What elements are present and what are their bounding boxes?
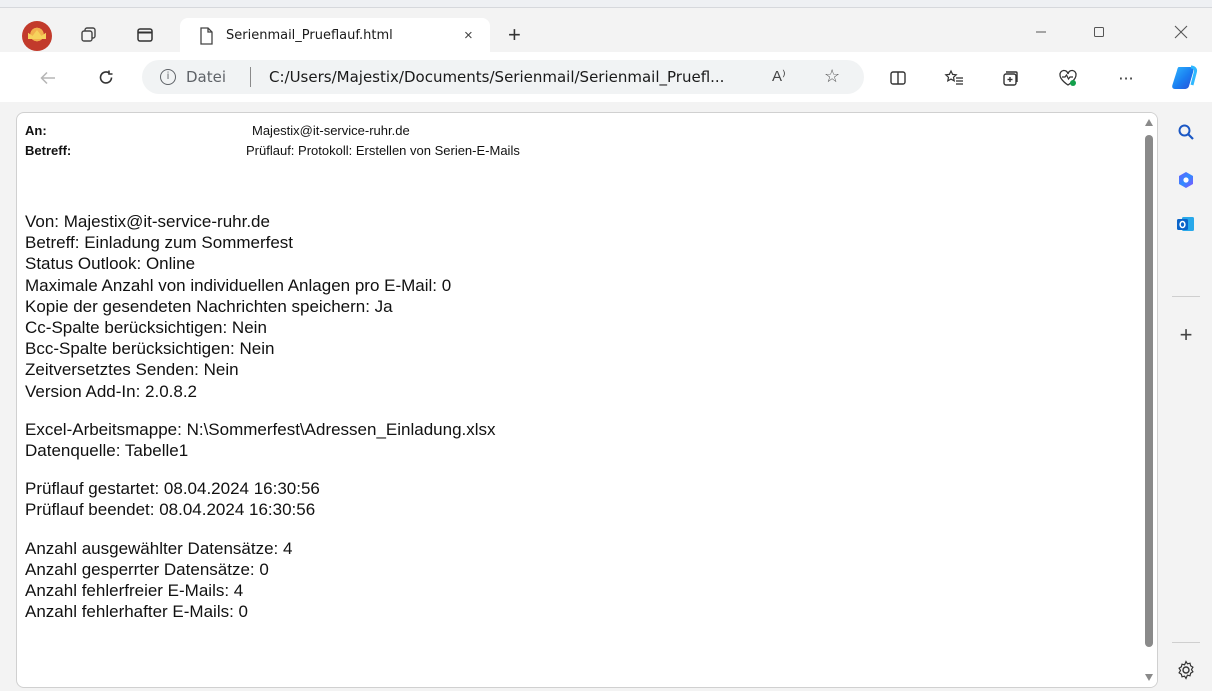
report-line: Datenquelle: Tabelle1 <box>25 441 189 461</box>
settings-icon[interactable] <box>1170 654 1202 686</box>
report-line: Anzahl ausgewählter Datensätze: 4 <box>25 538 293 558</box>
crown-icon <box>28 30 46 39</box>
report-line: Excel-Arbeitsmappe: N:\Sommerfest\Adress… <box>25 419 496 439</box>
scroll-down-arrow-icon[interactable] <box>1145 674 1153 681</box>
maximize-button[interactable] <box>1076 18 1122 46</box>
vertical-scrollbar[interactable] <box>1141 113 1157 687</box>
report-line: Anzahl gesperrter Datensätze: 0 <box>25 559 269 579</box>
minimize-button[interactable] <box>1018 18 1064 46</box>
protocol-label: Datei <box>186 68 227 86</box>
browser-window: Serienmail_Prueflauf.html × + i Datei C:… <box>0 8 1212 691</box>
scroll-up-arrow-icon[interactable] <box>1145 119 1153 126</box>
address-separator <box>250 67 251 87</box>
background-window-strip <box>0 0 1212 8</box>
copilot-icon[interactable] <box>1170 62 1200 92</box>
edge-sidebar: + <box>1160 104 1212 691</box>
tab-active[interactable]: Serienmail_Prueflauf.html × <box>180 18 490 52</box>
url-text[interactable]: C:/Users/Majestix/Documents/Serienmail/S… <box>269 68 724 86</box>
report-body: Von: Majestix@it-service-ruhr.de Betreff… <box>25 211 496 622</box>
tab-actions-icon[interactable] <box>132 22 158 48</box>
add-icon[interactable]: + <box>1170 319 1202 351</box>
email-header: An: Majestix@it-service-ruhr.de Betreff:… <box>25 123 725 163</box>
sidebar-divider <box>1172 642 1200 643</box>
profile-avatar[interactable] <box>22 21 52 51</box>
report-line: Zeitversetztes Senden: Nein <box>25 360 239 380</box>
more-options-icon[interactable]: ··· <box>1112 64 1140 92</box>
report-line: Anzahl fehlerfreier E-Mails: 4 <box>25 581 244 601</box>
favorite-star-icon[interactable]: ☆ <box>824 66 840 87</box>
search-icon[interactable] <box>1170 116 1202 148</box>
close-window-button[interactable] <box>1158 18 1204 46</box>
report-line: Cc-Spalte berücksichtigen: Nein <box>25 318 267 338</box>
title-bar: Serienmail_Prueflauf.html × + <box>0 8 1212 52</box>
tab-title: Serienmail_Prueflauf.html <box>226 28 393 43</box>
report-line: Version Add-In: 2.0.8.2 <box>25 381 198 401</box>
favorites-icon[interactable] <box>940 64 968 92</box>
sidebar-divider <box>1172 296 1200 297</box>
subject-value: Prüflauf: Protokoll: Erstellen von Serie… <box>246 143 520 158</box>
toolbar: i Datei C:/Users/Majestix/Documents/Seri… <box>0 52 1212 102</box>
copilot-sidebar-icon[interactable] <box>1170 164 1202 196</box>
to-value: Majestix@it-service-ruhr.de <box>252 123 410 138</box>
report-line: Maximale Anzahl von individuellen Anlage… <box>25 275 452 295</box>
header-row-to: An: Majestix@it-service-ruhr.de <box>25 123 725 143</box>
header-row-subject: Betreff: Prüflauf: Protokoll: Erstellen … <box>25 143 725 163</box>
back-button[interactable] <box>34 64 62 92</box>
new-tab-button[interactable]: + <box>508 24 521 46</box>
report-line: Von: Majestix@it-service-ruhr.de <box>25 212 270 231</box>
split-screen-icon[interactable] <box>884 64 912 92</box>
page-viewport[interactable]: An: Majestix@it-service-ruhr.de Betreff:… <box>16 112 1158 688</box>
subject-label: Betreff: <box>25 143 72 158</box>
refresh-button[interactable] <box>92 64 120 92</box>
outlook-icon[interactable] <box>1170 208 1202 240</box>
tab-close-icon[interactable]: × <box>464 27 473 44</box>
browser-essentials-icon[interactable] <box>1054 64 1082 92</box>
address-bar[interactable]: i Datei C:/Users/Majestix/Documents/Seri… <box>142 60 864 94</box>
report-line: Betreff: Einladung zum Sommerfest <box>25 233 294 253</box>
scrollbar-thumb[interactable] <box>1145 135 1153 647</box>
to-label: An: <box>25 123 47 138</box>
report-line: Bcc-Spalte berücksichtigen: Nein <box>25 339 275 359</box>
report-line: Status Outlook: Online <box>25 254 196 274</box>
site-info-icon[interactable]: i <box>160 69 176 85</box>
read-aloud-icon[interactable]: A⁾ <box>772 67 786 85</box>
report-line: Prüflauf gestartet: 08.04.2024 16:30:56 <box>25 479 320 499</box>
report-line: Anzahl fehlerhafter E-Mails: 0 <box>25 602 248 622</box>
report-line: Kopie der gesendeten Nachrichten speiche… <box>25 296 393 316</box>
workspaces-icon[interactable] <box>76 22 102 48</box>
report-line: Prüflauf beendet: 08.04.2024 16:30:56 <box>25 500 316 520</box>
collections-icon[interactable] <box>996 64 1024 92</box>
page-icon <box>198 27 214 50</box>
